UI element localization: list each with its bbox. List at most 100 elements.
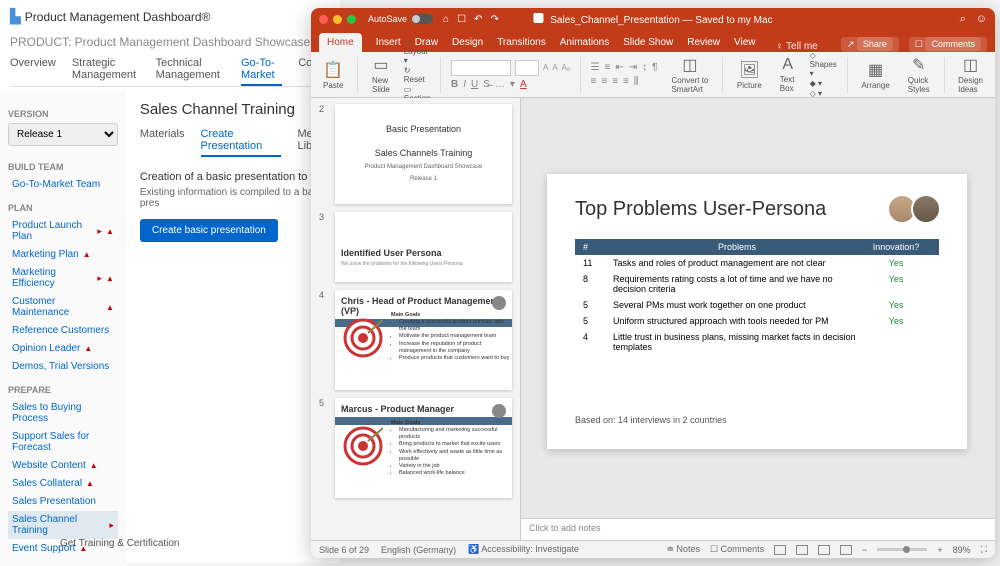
bullets-icon[interactable]: ☰: [591, 62, 600, 73]
strike-icon[interactable]: S̶: [483, 79, 490, 90]
maximize-icon[interactable]: [347, 15, 356, 24]
sorter-view-icon[interactable]: [796, 545, 808, 555]
thumb-slide-3[interactable]: Identified User Persona We solve the pro…: [335, 212, 512, 282]
nav-sales-buying[interactable]: Sales to Buying Process: [8, 399, 118, 427]
thumb-slide-5[interactable]: Marcus - Product Manager Main Goals Manu…: [335, 398, 512, 498]
version-select[interactable]: Release 1: [8, 123, 118, 146]
tab-gotomarket[interactable]: Go-To-Market: [241, 57, 282, 86]
shrink-font-icon[interactable]: A: [552, 63, 557, 72]
grow-font-icon[interactable]: A: [543, 63, 548, 72]
share-button[interactable]: ↗ Share: [841, 37, 899, 52]
quick-styles-button[interactable]: ✎Quick Styles: [904, 55, 934, 94]
nav-marketing-plan[interactable]: Marketing Plan▲: [8, 246, 118, 263]
close-icon[interactable]: [319, 15, 328, 24]
ribbon-tab-insert[interactable]: Insert: [376, 33, 401, 52]
nav-website[interactable]: Website Content▲: [8, 457, 118, 474]
new-slide-button[interactable]: ▭New Slide: [368, 55, 394, 94]
zoom-level[interactable]: 89%: [953, 545, 971, 555]
bold-icon[interactable]: B: [451, 79, 458, 90]
ribbon-tab-home[interactable]: Home: [319, 33, 362, 52]
slide-thumbnails[interactable]: 2 Basic Presentation Sales Channels Trai…: [311, 98, 521, 540]
picture-button[interactable]: 🖼Picture: [733, 60, 766, 90]
ribbon-tab-review[interactable]: Review: [687, 33, 720, 52]
create-presentation-button[interactable]: Create basic presentation: [140, 219, 278, 242]
textbox-button[interactable]: AText Box: [776, 56, 800, 93]
nav-demos[interactable]: Demos, Trial Versions: [8, 358, 118, 375]
columns-icon[interactable]: ⫼: [634, 76, 639, 87]
shape-outline-icon[interactable]: ◇ ▾: [810, 89, 837, 98]
reading-view-icon[interactable]: [818, 545, 830, 555]
reset-button[interactable]: ↻ Reset: [404, 66, 431, 84]
line-spacing-icon[interactable]: ↕: [642, 62, 647, 73]
thumb-slide-2[interactable]: Basic Presentation Sales Channels Traini…: [335, 104, 512, 204]
nav-launch-plan[interactable]: Product Launch Plan▸▲: [8, 217, 118, 245]
paste-button[interactable]: 📋Paste: [319, 60, 347, 90]
nav-marketing-eff[interactable]: Marketing Efficiency▸▲: [8, 264, 118, 292]
ribbon-tab-animations[interactable]: Animations: [560, 33, 609, 52]
zoom-slider[interactable]: [877, 548, 927, 551]
shape-fill-icon[interactable]: ◆ ▾: [810, 79, 837, 88]
save-icon[interactable]: ☐: [457, 14, 466, 25]
accessibility[interactable]: ♿ Accessibility: Investigate: [468, 544, 579, 555]
arrange-button[interactable]: ▦Arrange: [857, 60, 893, 90]
slideshow-view-icon[interactable]: [840, 545, 852, 555]
nav-sales-pres[interactable]: Sales Presentation: [8, 493, 118, 510]
ribbon-tab-slideshow[interactable]: Slide Show: [623, 33, 673, 52]
ribbon-tab-transitions[interactable]: Transitions: [497, 33, 546, 52]
clear-fmt-icon[interactable]: Aₐ: [562, 63, 570, 72]
nav-support-forecast[interactable]: Support Sales for Forecast: [8, 428, 118, 456]
thumb-slide-4[interactable]: Chris - Head of Product Management (VP) …: [335, 290, 512, 390]
ribbon-tab-view[interactable]: View: [734, 33, 756, 52]
shapes-button[interactable]: ◇ Shapes ▾: [810, 51, 837, 78]
nav-ref-customers[interactable]: Reference Customers: [8, 322, 118, 339]
align-center-icon[interactable]: ≡: [601, 76, 607, 87]
layout-button[interactable]: ▭ Layout ▾: [404, 38, 431, 65]
slide-canvas[interactable]: Top Problems User-Persona # Problems Inn…: [547, 174, 967, 449]
align-right-icon[interactable]: ≡: [612, 76, 618, 87]
justify-icon[interactable]: ≡: [623, 76, 629, 87]
indent-left-icon[interactable]: ⇤: [615, 62, 623, 73]
align-left-icon[interactable]: ≡: [591, 76, 597, 87]
tellme-search[interactable]: ♀Tell me: [776, 41, 818, 52]
normal-view-icon[interactable]: [774, 545, 786, 555]
nav-collateral[interactable]: Sales Collateral▲: [8, 475, 118, 492]
nav-channel-training[interactable]: Sales Channel Training▸: [8, 511, 118, 539]
notes-button[interactable]: ≐ Notes: [666, 544, 700, 555]
comments-button[interactable]: ☐ Comments: [710, 544, 764, 555]
highlight-icon[interactable]: ▾: [510, 79, 515, 90]
convert-smartart-button[interactable]: ◫Convert to SmartArt: [667, 55, 712, 94]
tab-overview[interactable]: Overview: [10, 57, 56, 81]
search-icon[interactable]: ⌕: [960, 13, 966, 26]
notes-pane[interactable]: Click to add notes: [521, 518, 995, 540]
footer-training-link[interactable]: Get Training & Certification: [60, 538, 180, 549]
nav-customer-maint[interactable]: Customer Maintenance▲: [8, 293, 118, 321]
zoom-in-icon[interactable]: +: [937, 545, 942, 555]
subtab-create[interactable]: Create Presentation: [201, 128, 282, 157]
numbered-icon[interactable]: ≡: [604, 62, 610, 73]
tab-technical[interactable]: Technical Management: [156, 57, 225, 81]
nav-gtm-team[interactable]: Go-To-Market Team: [8, 176, 118, 193]
font-select[interactable]: [451, 60, 511, 76]
underline-icon[interactable]: U: [471, 79, 478, 90]
nav-opinion[interactable]: Opinion Leader▲: [8, 340, 118, 357]
language[interactable]: English (Germany): [381, 545, 456, 555]
ribbon-tab-design[interactable]: Design: [452, 33, 483, 52]
more-fmt-icon[interactable]: …: [495, 79, 505, 90]
font-size[interactable]: [515, 60, 539, 76]
font-color-icon[interactable]: A: [520, 79, 527, 90]
redo-icon[interactable]: ↷: [490, 14, 498, 25]
user-icon[interactable]: ☺: [976, 13, 987, 26]
comments-button[interactable]: ☐ Comments: [909, 37, 987, 52]
fit-icon[interactable]: ⛶: [981, 544, 987, 555]
text-dir-icon[interactable]: ¶: [652, 62, 657, 73]
home-icon[interactable]: ⌂: [443, 14, 449, 25]
indent-right-icon[interactable]: ⇥: [629, 62, 637, 73]
autosave-toggle[interactable]: AutoSave: [368, 14, 433, 24]
minimize-icon[interactable]: [333, 15, 342, 24]
italic-icon[interactable]: I: [463, 79, 466, 90]
tab-strategic[interactable]: Strategic Management: [72, 57, 140, 81]
design-ideas-button[interactable]: ◫Design Ideas: [954, 55, 987, 94]
zoom-out-icon[interactable]: −: [862, 545, 867, 555]
subtab-materials[interactable]: Materials: [140, 128, 185, 157]
undo-icon[interactable]: ↶: [474, 14, 482, 25]
